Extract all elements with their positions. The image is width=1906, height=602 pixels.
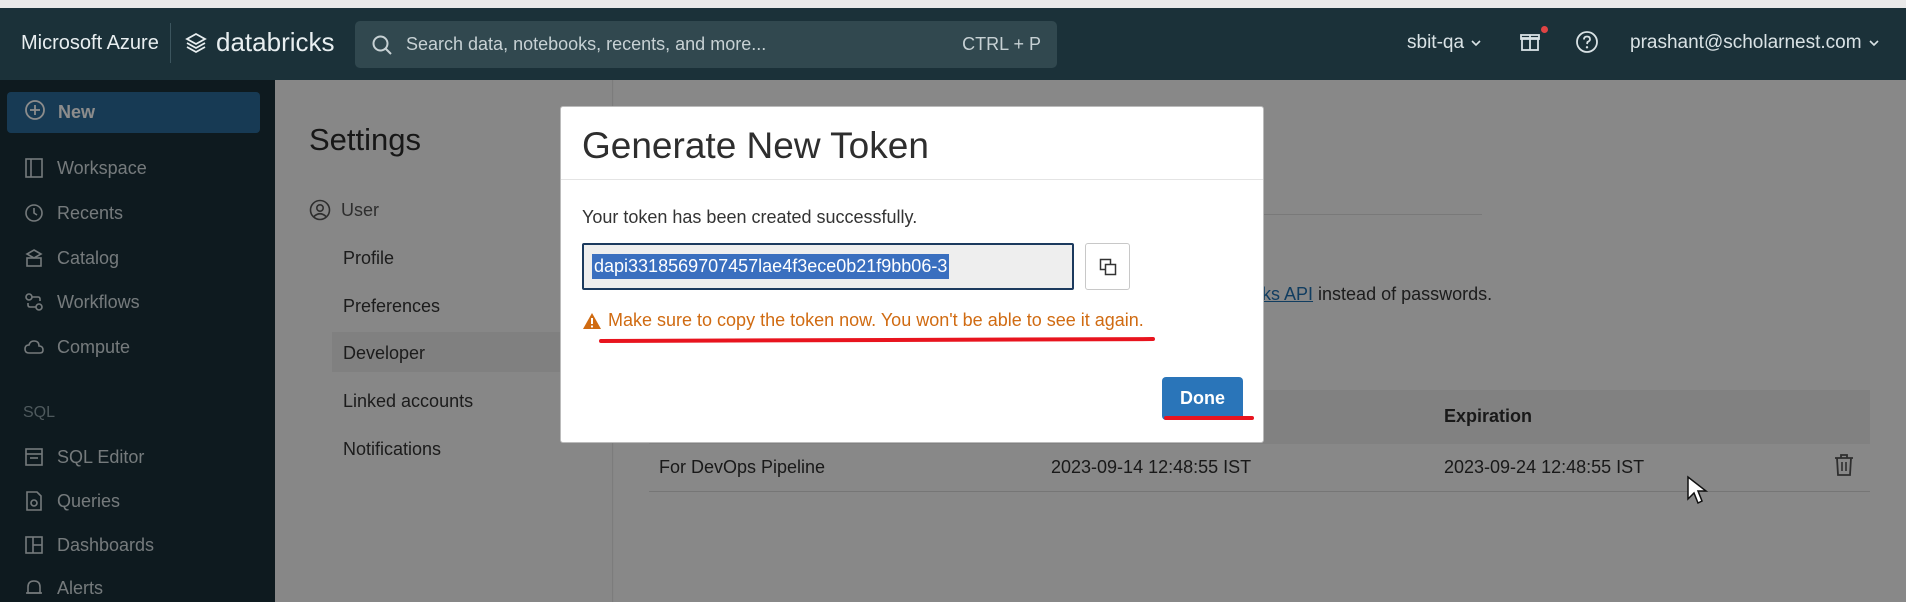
search-placeholder: Search data, notebooks, recents, and mor…	[406, 34, 767, 54]
help-icon[interactable]	[1575, 30, 1599, 59]
warning-text: Make sure to copy the token now. You won…	[608, 310, 1144, 330]
token-value: dapi3318569707457lae4f3ece0b21f9bb06-3	[592, 254, 950, 279]
databricks-logo[interactable]: databricks	[184, 27, 335, 58]
gift-icon[interactable]	[1519, 30, 1541, 57]
databricks-layers-icon	[185, 32, 207, 53]
generate-token-modal: Generate New Token Your token has been c…	[560, 106, 1264, 443]
copy-warning: Make sure to copy the token now. You won…	[582, 310, 1144, 331]
search-bar[interactable]: Search data, notebooks, recents, and mor…	[355, 21, 1057, 68]
user-email: prashant@scholarnest.com	[1630, 32, 1862, 53]
warning-icon	[583, 312, 601, 329]
modal-divider	[561, 179, 1263, 180]
browser-strip	[0, 0, 1906, 8]
top-header: Microsoft Azure databricks Search data, …	[0, 8, 1906, 80]
search-icon	[371, 34, 393, 56]
search-shortcut: CTRL + P	[962, 34, 1041, 54]
copy-button[interactable]	[1085, 243, 1130, 290]
token-field[interactable]: dapi3318569707457lae4f3ece0b21f9bb06-3	[582, 243, 1074, 290]
copy-icon	[1099, 258, 1116, 275]
workspace-name: sbit-qa	[1407, 32, 1465, 53]
databricks-brand: databricks	[216, 27, 335, 57]
notification-dot	[1541, 26, 1548, 33]
annotation-underline	[598, 337, 1156, 343]
azure-brand[interactable]: Microsoft Azure	[21, 32, 159, 55]
chevron-down-icon	[1868, 40, 1879, 47]
workspace-switcher[interactable]: sbit-qa	[1407, 32, 1482, 54]
user-menu[interactable]: prashant@scholarnest.com	[1630, 32, 1880, 54]
brand-divider	[170, 23, 171, 63]
mouse-cursor-icon	[1686, 475, 1709, 510]
done-button[interactable]: Done	[1162, 377, 1243, 420]
annotation-underline	[1164, 416, 1254, 420]
chevron-down-icon	[1471, 40, 1481, 47]
modal-title: Generate New Token	[582, 125, 929, 166]
success-message: Your token has been created successfully…	[582, 207, 918, 227]
